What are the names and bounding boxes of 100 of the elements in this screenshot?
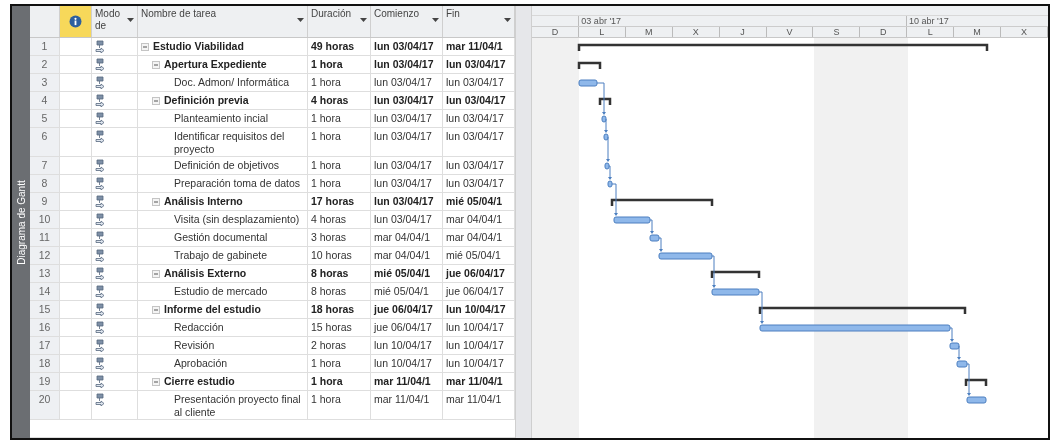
task-bar[interactable] xyxy=(949,342,960,350)
summary-bar[interactable] xyxy=(577,43,989,51)
row-number[interactable]: 10 xyxy=(30,211,60,228)
task-bar[interactable] xyxy=(956,360,968,368)
row-number[interactable]: 11 xyxy=(30,229,60,246)
summary-bar[interactable] xyxy=(758,306,967,314)
task-name: Redacción xyxy=(174,321,224,334)
info-column-header[interactable] xyxy=(60,6,92,37)
column-header[interactable]: Modo de xyxy=(92,6,138,37)
row-number[interactable]: 2 xyxy=(30,56,60,73)
summary-bar[interactable] xyxy=(964,378,988,386)
column-header[interactable]: Duración xyxy=(308,6,371,37)
summary-bar[interactable] xyxy=(577,61,602,69)
task-bar[interactable] xyxy=(601,115,607,123)
dependency-arrow xyxy=(649,219,654,234)
duration-cell: 3 horas xyxy=(308,229,371,246)
pin-arrow-icon xyxy=(95,76,105,89)
row-number[interactable]: 5 xyxy=(30,110,60,127)
row-number[interactable]: 12 xyxy=(30,247,60,264)
row-number[interactable]: 14 xyxy=(30,283,60,300)
pin-arrow-icon xyxy=(95,213,105,226)
task-bar[interactable] xyxy=(578,79,598,87)
task-name: Estudio de mercado xyxy=(174,285,268,298)
task-name: Definición previa xyxy=(164,94,249,107)
date-cell: lun 03/04/17 xyxy=(371,193,443,210)
row-number[interactable]: 6 xyxy=(30,128,60,156)
dropdown-caret-icon[interactable] xyxy=(432,18,439,22)
duration-cell: 17 horas xyxy=(308,193,371,210)
task-bar[interactable] xyxy=(649,234,660,242)
column-header[interactable]: Comienzo xyxy=(371,6,443,37)
date-cell: mar 04/04/1 xyxy=(371,247,443,264)
date-cell: lun 03/04/17 xyxy=(371,56,443,73)
collapse-icon[interactable] xyxy=(152,198,160,206)
dropdown-caret-icon[interactable] xyxy=(504,18,511,22)
task-bar[interactable] xyxy=(966,396,987,404)
pin-arrow-icon xyxy=(95,195,105,208)
collapse-icon[interactable] xyxy=(152,306,160,314)
task-name: Visita (sin desplazamiento) xyxy=(174,213,300,226)
week-label: 03 abr '17 xyxy=(578,16,906,26)
row-number[interactable]: 3 xyxy=(30,74,60,91)
date-cell: mié 05/04/1 xyxy=(371,283,443,300)
pin-arrow-icon xyxy=(95,357,105,370)
task-bar[interactable] xyxy=(711,288,760,296)
dependency-arrow xyxy=(957,345,961,360)
pin-arrow-icon xyxy=(95,40,105,53)
duration-cell: 10 horas xyxy=(308,247,371,264)
row-number[interactable]: 15 xyxy=(30,301,60,318)
pin-arrow-icon xyxy=(95,267,105,280)
collapse-icon[interactable] xyxy=(152,378,160,386)
task-bar[interactable] xyxy=(603,133,609,141)
column-header[interactable]: Nombre de tarea xyxy=(138,6,308,37)
duration-cell: 1 hora xyxy=(308,128,371,156)
collapse-icon[interactable] xyxy=(141,43,149,51)
day-label: L xyxy=(907,27,955,37)
collapse-icon[interactable] xyxy=(152,97,160,105)
row-number[interactable]: 9 xyxy=(30,193,60,210)
row-number[interactable]: 4 xyxy=(30,92,60,109)
row-number[interactable]: 18 xyxy=(30,355,60,372)
pin-arrow-icon xyxy=(95,112,105,125)
pin-arrow-icon xyxy=(95,94,105,107)
duration-cell: 1 hora xyxy=(308,74,371,91)
duration-cell: 4 horas xyxy=(308,211,371,228)
duration-cell: 1 hora xyxy=(308,175,371,192)
row-number[interactable]: 16 xyxy=(30,319,60,336)
summary-bar[interactable] xyxy=(710,270,761,278)
task-bar[interactable] xyxy=(613,216,651,224)
task-name: Informe del estudio xyxy=(164,303,261,316)
row-number[interactable]: 17 xyxy=(30,337,60,354)
pin-arrow-icon xyxy=(95,393,105,406)
collapse-icon[interactable] xyxy=(152,270,160,278)
row-number[interactable]: 7 xyxy=(30,157,60,174)
dropdown-caret-icon[interactable] xyxy=(360,18,367,22)
row-number[interactable]: 20 xyxy=(30,391,60,419)
date-cell: lun 03/04/17 xyxy=(371,92,443,109)
pin-arrow-icon xyxy=(95,58,105,71)
task-bar[interactable] xyxy=(604,162,610,170)
pin-arrow-icon xyxy=(95,177,105,190)
task-bar[interactable] xyxy=(658,252,713,260)
pin-arrow-icon xyxy=(95,321,105,334)
summary-bar[interactable] xyxy=(598,97,612,105)
task-name: Apertura Expediente xyxy=(164,58,267,71)
task-name: Análisis Externo xyxy=(164,267,247,280)
task-name: Definición de objetivos xyxy=(174,159,280,172)
summary-bar[interactable] xyxy=(610,198,714,206)
duration-cell: 1 hora xyxy=(308,110,371,127)
row-number[interactable]: 1 xyxy=(30,38,60,55)
collapse-icon[interactable] xyxy=(152,61,160,69)
duration-cell: 2 horas xyxy=(308,337,371,354)
duration-cell: 1 hora xyxy=(308,373,371,390)
dropdown-caret-icon[interactable] xyxy=(127,18,134,22)
task-name: Presentación proyecto final al cliente xyxy=(174,393,302,419)
row-number[interactable]: 13 xyxy=(30,265,60,282)
day-label: X xyxy=(672,27,720,37)
date-cell: lun 03/04/17 xyxy=(371,175,443,192)
dropdown-caret-icon[interactable] xyxy=(297,18,304,22)
row-number[interactable]: 8 xyxy=(30,175,60,192)
day-label: J xyxy=(719,27,767,37)
task-name: Aprobación xyxy=(174,357,228,370)
row-number[interactable]: 19 xyxy=(30,373,60,390)
task-bar[interactable] xyxy=(607,180,613,188)
